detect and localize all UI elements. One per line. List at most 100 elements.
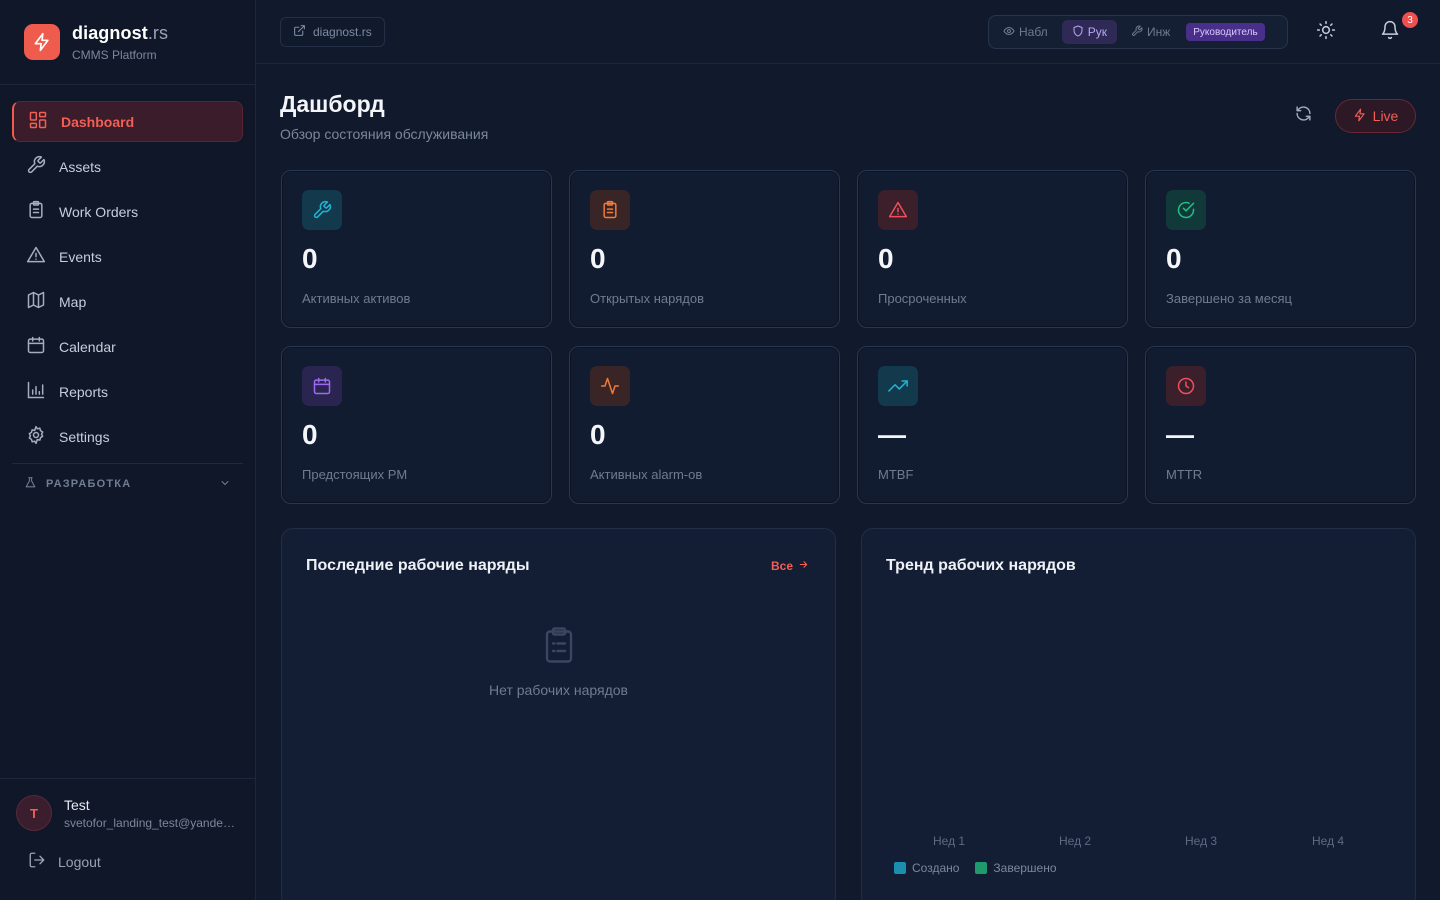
- empty-state: Нет рабочих нарядов: [282, 625, 835, 698]
- brand-name: diagnost.rs: [72, 22, 169, 43]
- stat-value: 0: [302, 243, 318, 274]
- live-button[interactable]: Live: [1335, 99, 1416, 133]
- sidebar-item-events[interactable]: Events: [12, 236, 243, 277]
- activity-icon: [590, 366, 630, 406]
- sun-icon: [1316, 20, 1336, 45]
- dev-group-toggle[interactable]: РАЗРАБОТКА: [12, 464, 243, 504]
- brand-subtitle: CMMS Platform: [72, 47, 157, 62]
- sidebar-nav: Dashboard Assets Work Orders Events Map …: [0, 85, 255, 504]
- stat-value: 0: [302, 419, 318, 450]
- topbar: diagnost.rs Набл Рук Инж Руководитель 3: [256, 0, 1440, 64]
- notification-count-badge: 3: [1402, 12, 1418, 28]
- role-engineer-button[interactable]: Инж: [1121, 20, 1180, 44]
- brand[interactable]: diagnost.rs CMMS Platform: [0, 0, 255, 85]
- role-switcher: Набл Рук Инж Руководитель: [988, 15, 1288, 49]
- stat-card-mtbf[interactable]: — MTBF: [857, 346, 1128, 504]
- stat-card-active-assets[interactable]: 0 Активных активов: [281, 170, 552, 328]
- check-circle-icon: [1166, 190, 1206, 230]
- stat-value: —: [1166, 419, 1194, 450]
- dashboard-grid-icon: [28, 110, 48, 133]
- wrench-icon: [26, 155, 46, 178]
- sidebar-item-label: Dashboard: [61, 113, 135, 130]
- trend-chart: [862, 529, 1417, 829]
- live-label: Live: [1372, 108, 1399, 124]
- stat-card-active-alarms[interactable]: 0 Активных alarm-ов: [569, 346, 840, 504]
- warning-triangle-icon: [26, 245, 46, 268]
- bar-chart-icon: [26, 380, 46, 403]
- stat-value: 0: [1166, 243, 1182, 274]
- sidebar-item-label: Calendar: [59, 338, 116, 355]
- stat-label: MTTR: [1166, 467, 1203, 482]
- site-link-chip[interactable]: diagnost.rs: [280, 17, 385, 47]
- legend-label: Создано: [912, 861, 960, 875]
- chart-legend: Создано Завершено: [894, 861, 1073, 875]
- role-observer-button[interactable]: Набл: [993, 20, 1058, 44]
- user-block: T Test svetofor_landing_test@yandex.ru L…: [0, 778, 256, 900]
- stat-label: Просроченных: [878, 291, 967, 306]
- theme-toggle-button[interactable]: [1314, 20, 1338, 44]
- stat-card-open-orders[interactable]: 0 Открытых нарядов: [569, 170, 840, 328]
- sidebar-item-dashboard[interactable]: Dashboard: [12, 101, 243, 142]
- stat-label: Активных alarm-ов: [590, 467, 703, 482]
- user-email: svetofor_landing_test@yandex.ru: [64, 815, 240, 830]
- sidebar-item-label: Work Orders: [59, 203, 139, 220]
- view-all-link[interactable]: Все: [771, 559, 809, 573]
- role-label: Набл: [1019, 25, 1048, 39]
- avatar: T: [16, 795, 52, 831]
- dev-group-label: РАЗРАБОТКА: [46, 478, 132, 490]
- user-name: Test: [64, 796, 90, 813]
- logout-label: Logout: [58, 853, 101, 870]
- sidebar-item-assets[interactable]: Assets: [12, 146, 243, 187]
- clipboard-icon: [26, 200, 46, 223]
- x-tick-label: Нед 3: [1185, 834, 1218, 848]
- sidebar-item-map[interactable]: Map: [12, 281, 243, 322]
- lightning-logo-icon: [24, 24, 60, 60]
- user-profile[interactable]: T Test svetofor_landing_test@yandex.ru: [0, 779, 256, 831]
- legend-item-completed[interactable]: Завершено: [975, 861, 1057, 875]
- legend-swatch: [894, 862, 906, 874]
- refresh-button[interactable]: [1291, 104, 1315, 128]
- role-manager-button[interactable]: Рук: [1061, 20, 1117, 44]
- recent-orders-panel: Последние рабочие наряды Все Нет рабочих…: [281, 528, 836, 900]
- recent-orders-title: Последние рабочие наряды: [306, 557, 530, 574]
- sidebar-item-work-orders[interactable]: Work Orders: [12, 191, 243, 232]
- stat-card-overdue[interactable]: 0 Просроченных: [857, 170, 1128, 328]
- stat-value: 0: [878, 243, 894, 274]
- site-chip-label: diagnost.rs: [313, 25, 372, 39]
- calendar-icon: [302, 366, 342, 406]
- sidebar-item-settings[interactable]: Settings: [12, 416, 243, 457]
- sidebar: diagnost.rs CMMS Platform Dashboard Asse…: [0, 0, 256, 900]
- stat-card-mttr[interactable]: — MTTR: [1145, 346, 1416, 504]
- empty-state-text: Нет рабочих нарядов: [489, 682, 628, 698]
- x-tick-label: Нед 4: [1312, 834, 1345, 848]
- x-tick-label: Нед 1: [933, 834, 966, 848]
- map-icon: [26, 290, 46, 313]
- wrench-icon: [1131, 25, 1143, 40]
- stat-value: —: [878, 419, 906, 450]
- role-label: Рук: [1087, 25, 1107, 39]
- sidebar-item-label: Settings: [59, 428, 110, 445]
- sidebar-item-label: Map: [59, 293, 87, 310]
- sidebar-item-label: Assets: [59, 158, 102, 175]
- wrench-icon: [302, 190, 342, 230]
- shield-icon: [1072, 25, 1084, 40]
- sidebar-item-calendar[interactable]: Calendar: [12, 326, 243, 367]
- sidebar-item-reports[interactable]: Reports: [12, 371, 243, 412]
- stat-card-completed-month[interactable]: 0 Завершено за месяц: [1145, 170, 1416, 328]
- legend-item-created[interactable]: Создано: [894, 861, 959, 875]
- refresh-icon: [1295, 105, 1312, 127]
- page-subtitle: Обзор состояния обслуживания: [280, 126, 489, 142]
- flask-icon: [24, 476, 37, 492]
- stat-value: 0: [590, 243, 606, 274]
- stat-card-upcoming-pm[interactable]: 0 Предстоящих PM: [281, 346, 552, 504]
- page-title: Дашборд: [280, 91, 385, 117]
- trend-panel: Тренд рабочих нарядов Нед 1 Нед 2 Нед 3 …: [861, 528, 1416, 900]
- current-role-badge: Руководитель: [1186, 23, 1265, 41]
- logout-button[interactable]: Logout: [0, 831, 256, 872]
- legend-label: Завершено: [993, 861, 1057, 875]
- bell-icon: [1380, 20, 1400, 45]
- notifications-button[interactable]: [1378, 20, 1402, 44]
- clock-icon: [1166, 366, 1206, 406]
- legend-swatch: [975, 862, 988, 874]
- chevron-down-icon: [219, 477, 231, 492]
